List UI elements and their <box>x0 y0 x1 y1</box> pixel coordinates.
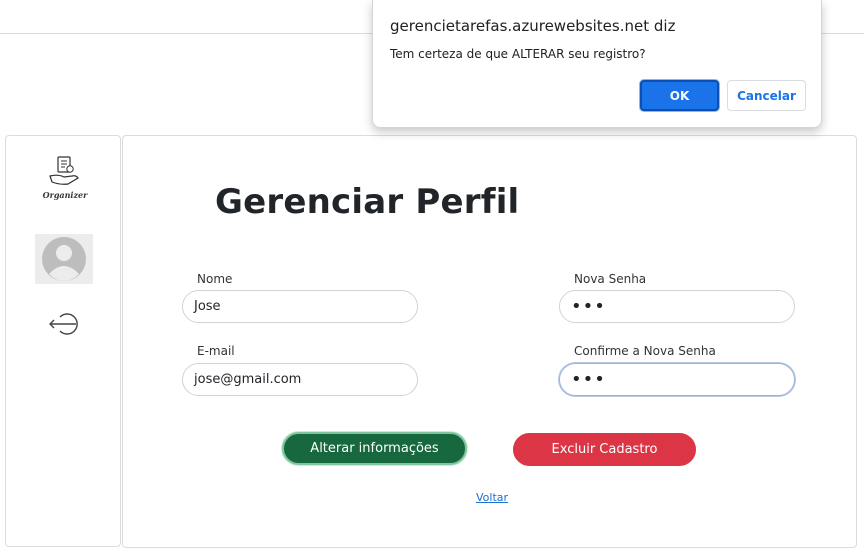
confirm-password-input[interactable]: ••• <box>559 363 795 396</box>
new-password-label: Nova Senha <box>574 272 647 286</box>
email-input[interactable]: jose@gmail.com <box>182 363 418 396</box>
profile-card: Gerenciar Perfil Nome Jose Nova Senha ••… <box>122 135 857 548</box>
user-avatar[interactable] <box>35 234 93 284</box>
email-input-value: jose@gmail.com <box>194 372 302 387</box>
user-avatar-icon <box>42 237 86 281</box>
sidebar: Organizer <box>5 135 121 547</box>
confirm-password-value: ••• <box>571 368 606 390</box>
page-title: Gerenciar Perfil <box>215 182 520 222</box>
logout-button[interactable] <box>47 312 81 336</box>
logo-caption: Organizer <box>42 190 88 200</box>
dialog-origin: gerencietarefas.azurewebsites.net diz <box>390 17 676 35</box>
email-label: E-mail <box>197 344 235 358</box>
confirm-password-label: Confirme a Nova Senha <box>574 344 716 358</box>
footer-link-cut <box>4 548 7 556</box>
dialog-ok-button[interactable]: OK <box>640 80 719 111</box>
name-input[interactable]: Jose <box>182 290 418 323</box>
name-label: Nome <box>197 272 233 286</box>
back-link[interactable]: Voltar <box>476 491 508 504</box>
dialog-message: Tem certeza de que ALTERAR seu registro? <box>390 47 646 61</box>
new-password-value: ••• <box>571 295 606 317</box>
organizer-logo[interactable]: Organizer <box>36 154 94 202</box>
dialog-cancel-button[interactable]: Cancelar <box>727 80 806 111</box>
organizer-logo-icon <box>49 156 79 185</box>
delete-account-button[interactable]: Excluir Cadastro <box>513 433 696 466</box>
update-info-button[interactable]: Alterar informações <box>282 432 467 465</box>
logout-icon <box>49 313 78 335</box>
confirm-dialog: gerencietarefas.azurewebsites.net diz Te… <box>372 0 822 128</box>
name-input-value: Jose <box>194 299 221 314</box>
new-password-input[interactable]: ••• <box>559 290 795 323</box>
